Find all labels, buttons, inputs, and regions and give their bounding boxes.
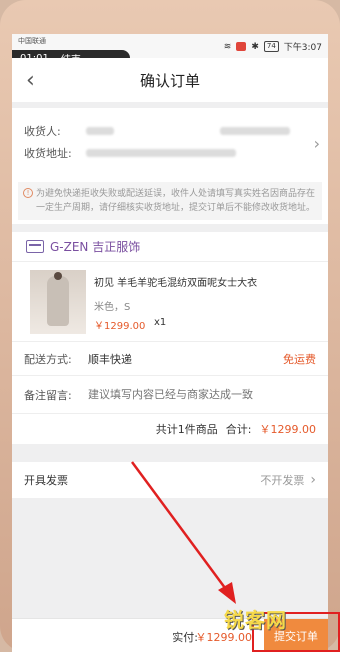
arrow-line [130, 461, 230, 593]
annotation-arrow [130, 461, 236, 604]
arrow-head [218, 582, 236, 604]
watermark: 锐客网 [224, 608, 287, 632]
